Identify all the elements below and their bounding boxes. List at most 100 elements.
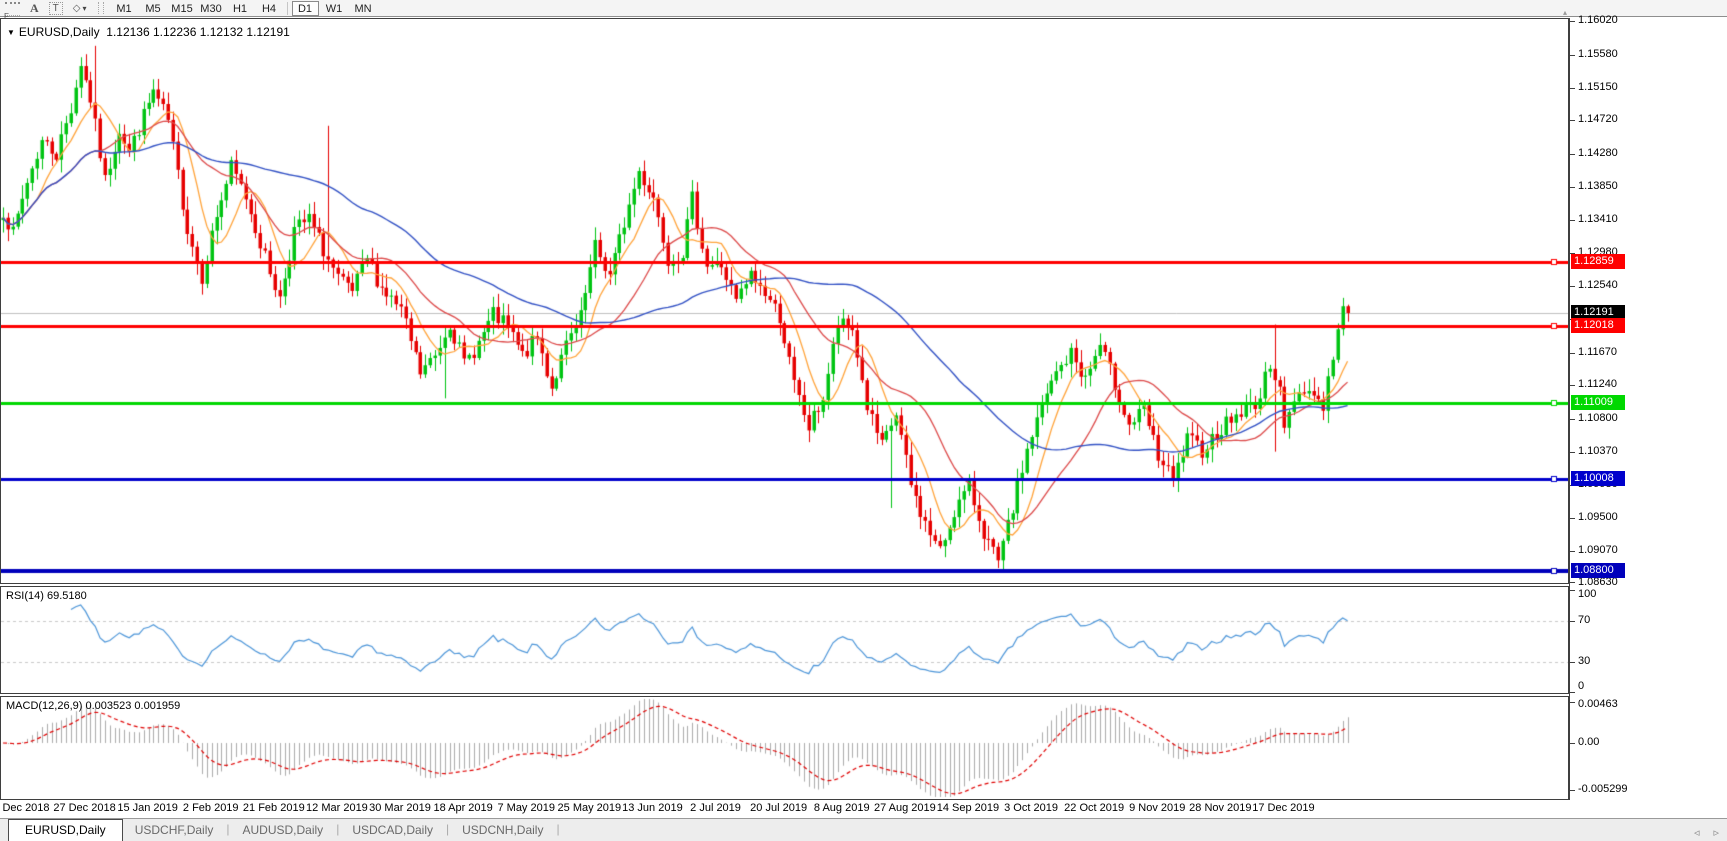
price-tick-label: 1.12540 [1578, 279, 1618, 291]
label-tool-icon[interactable]: T [44, 1, 68, 16]
tab-audusd-daily[interactable]: AUDUSD,Daily [231, 820, 336, 841]
timeframe-m5-button[interactable]: M5 [140, 1, 167, 16]
macd-tick-mark [1570, 790, 1575, 791]
date-tick-label: 14 Sep 2019 [937, 802, 999, 814]
date-tick-label: 3 Oct 2019 [1004, 802, 1058, 814]
macd-tick-label: 0.00 [1578, 736, 1599, 748]
price-tick-mark [1570, 518, 1575, 519]
date-tick-label: 25 May 2019 [558, 802, 622, 814]
timeframe-h1-button[interactable]: H1 [227, 1, 254, 16]
timeframe-w1-button[interactable]: W1 [321, 1, 348, 16]
macd-tick-label: -0.005299 [1578, 783, 1628, 795]
date-tick-label: 12 Mar 2019 [306, 802, 368, 814]
chart-tabbar: EURUSD,Daily USDCHF,Daily | AUDUSD,Daily… [0, 818, 1727, 841]
date-tick-label: 9 Nov 2019 [1129, 802, 1185, 814]
price-axis-border [1569, 18, 1570, 800]
date-tick-label: 30 Mar 2019 [369, 802, 431, 814]
tab-scroll-left-icon[interactable]: ◃ [1694, 826, 1700, 839]
price-tick-mark [1570, 55, 1575, 56]
macd-panel[interactable]: MACD(12,26,9) 0.003523 0.001959 [0, 696, 1569, 800]
rsi-tick-label: 70 [1578, 614, 1590, 626]
price-tick-mark [1570, 286, 1575, 287]
price-tick-label: 1.11240 [1578, 378, 1617, 390]
price-tick-mark [1570, 452, 1575, 453]
price-tick-mark [1570, 353, 1575, 354]
macd-canvas[interactable] [1, 697, 1568, 799]
tab-separator: | [555, 822, 560, 836]
level-price-badge: 1.08800 [1571, 563, 1625, 578]
rsi-canvas[interactable] [1, 587, 1568, 693]
price-tick-label: 1.14280 [1578, 147, 1618, 159]
arrows-tool-icon[interactable]: ◇ ▾ [68, 1, 92, 16]
price-tick-label: 1.13850 [1578, 180, 1618, 192]
price-chart-panel[interactable]: ▼EURUSD,Daily 1.12136 1.12236 1.12132 1.… [0, 18, 1569, 584]
rsi-label: RSI(14) 69.5180 [6, 590, 87, 602]
tab-eurusd-daily[interactable]: EURUSD,Daily [8, 819, 123, 841]
date-tick-label: 22 Oct 2019 [1064, 802, 1124, 814]
date-tick-label: 8 Dec 2018 [0, 802, 50, 814]
timeframe-h4-button[interactable]: H4 [256, 1, 283, 16]
timeframe-m30-button[interactable]: M30 [198, 1, 225, 16]
price-tick-label: 1.15150 [1578, 81, 1618, 93]
rsi-tick-mark [1570, 692, 1575, 693]
price-tick-label: 1.10800 [1578, 412, 1618, 424]
symbol-name: EURUSD,Daily [19, 25, 100, 39]
date-tick-label: 13 Jun 2019 [622, 802, 683, 814]
price-tick-label: 1.16020 [1578, 14, 1618, 26]
level-price-badge: 1.10008 [1571, 471, 1625, 486]
fibonacci-icon[interactable] [0, 1, 25, 16]
rsi-tick-mark [1570, 662, 1575, 663]
date-tick-label: 27 Aug 2019 [874, 802, 936, 814]
chart-title: ▼EURUSD,Daily 1.12136 1.12236 1.12132 1.… [7, 25, 290, 39]
date-tick-label: 18 Apr 2019 [433, 802, 492, 814]
price-tick-label: 1.11670 [1578, 346, 1617, 358]
date-tick-label: 17 Dec 2019 [1252, 802, 1314, 814]
date-tick-label: 27 Dec 2018 [53, 802, 115, 814]
price-tick-label: 1.09070 [1578, 544, 1618, 556]
tab-usdcad-daily[interactable]: USDCAD,Daily [340, 820, 445, 841]
price-tick-label: 1.15580 [1578, 48, 1618, 60]
rsi-tick-mark [1570, 590, 1575, 591]
price-tick-mark [1570, 551, 1575, 552]
price-tick-mark [1570, 582, 1575, 583]
date-tick-label: 2 Jul 2019 [690, 802, 741, 814]
tab-usdcnh-daily[interactable]: USDCNH,Daily [450, 820, 555, 841]
price-chart-canvas[interactable] [1, 19, 1568, 583]
price-tick-mark [1570, 187, 1575, 188]
date-tick-label: 20 Jul 2019 [750, 802, 807, 814]
date-tick-label: 7 May 2019 [497, 802, 554, 814]
level-price-badge: 1.11009 [1571, 395, 1625, 410]
macd-tick-mark [1570, 743, 1575, 744]
top-toolbar: A T ◇ ▾ M1 M5 M15 M30 H1 H4 D1 W1 MN [0, 0, 1727, 17]
price-tick-mark [1570, 88, 1575, 89]
macd-tick-label: 0.00463 [1578, 698, 1618, 710]
tab-scroll-arrows: ◃ ▹ [1694, 826, 1719, 839]
chevron-down-icon: ▼ [7, 28, 15, 37]
tab-usdchf-daily[interactable]: USDCHF,Daily [123, 820, 226, 841]
timeframe-m15-button[interactable]: M15 [169, 1, 196, 16]
level-price-badge: 1.12859 [1571, 254, 1625, 269]
rsi-tick-label: 100 [1578, 588, 1596, 600]
date-tick-label: 15 Jan 2019 [117, 802, 178, 814]
text-tool-icon[interactable]: A [25, 1, 44, 16]
date-tick-label: 28 Nov 2019 [1189, 802, 1251, 814]
price-tick-mark [1570, 154, 1575, 155]
chevron-down-icon: ▾ [82, 4, 86, 13]
tab-scroll-right-icon[interactable]: ▹ [1713, 826, 1719, 839]
axis-top-marker: ▴ [1563, 8, 1567, 17]
level-price-badge: 1.12018 [1571, 318, 1625, 333]
macd-label: MACD(12,26,9) 0.003523 0.001959 [6, 700, 180, 712]
timeframe-mn-button[interactable]: MN [350, 1, 377, 16]
timeframe-m1-button[interactable]: M1 [111, 1, 138, 16]
rsi-panel[interactable]: RSI(14) 69.5180 [0, 586, 1569, 694]
macd-tick-mark [1570, 702, 1575, 703]
price-tick-label: 1.14720 [1578, 113, 1618, 125]
price-tick-mark [1570, 419, 1575, 420]
rsi-tick-label: 0 [1578, 680, 1584, 692]
date-tick-label: 21 Feb 2019 [243, 802, 305, 814]
price-tick-label: 1.13410 [1578, 213, 1618, 225]
toolbar-separator [287, 2, 288, 15]
toolbar-grip [98, 2, 104, 14]
timeframe-d1-button[interactable]: D1 [292, 1, 319, 16]
price-tick-label: 1.10370 [1578, 445, 1618, 457]
